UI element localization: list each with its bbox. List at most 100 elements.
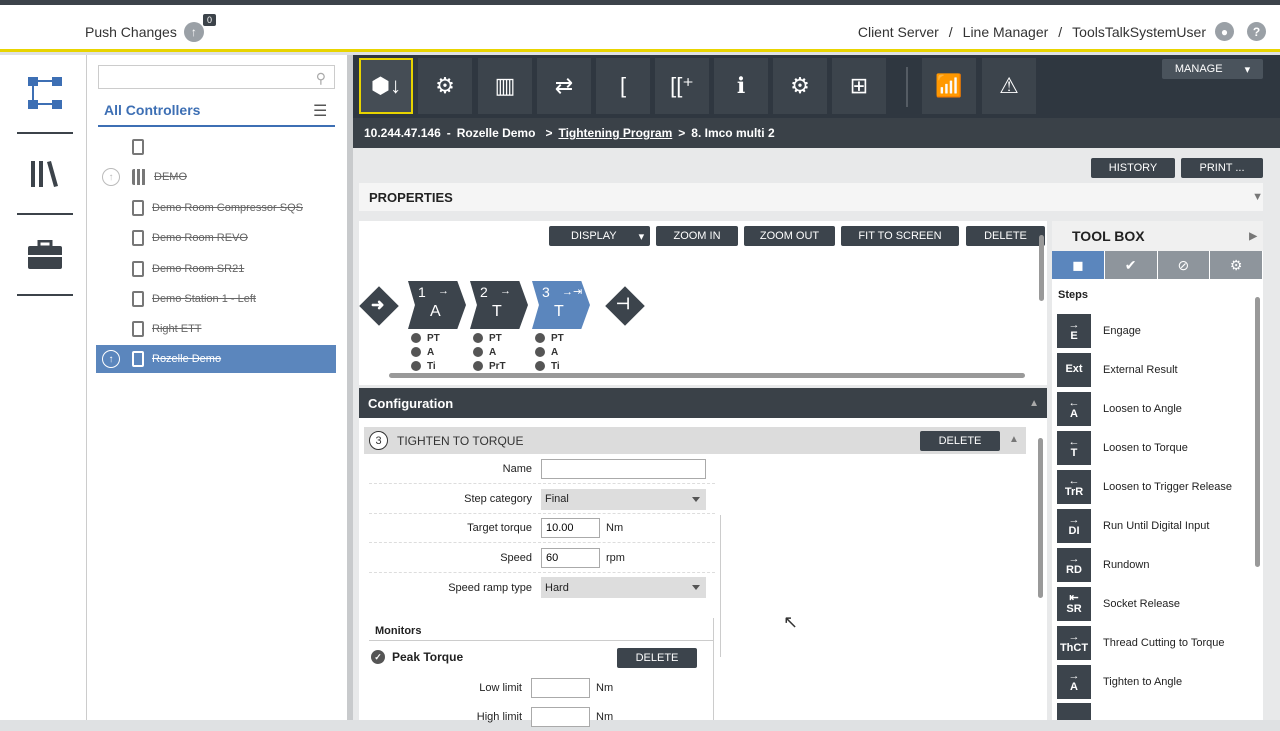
- config-vertical-scrollbar[interactable]: [1038, 438, 1043, 598]
- monitor-delete-button[interactable]: DELETE: [617, 648, 697, 668]
- tool-step-item[interactable]: → A Tighten to Angle: [1057, 664, 1247, 699]
- all-controllers-title[interactable]: All Controllers: [104, 102, 200, 118]
- tab-tool[interactable]: ⚙: [1210, 251, 1262, 279]
- config-button[interactable]: ⇄: [537, 58, 591, 114]
- tree-item[interactable]: Demo Room Compressor SQS: [96, 194, 336, 222]
- info-icon: ℹ: [736, 73, 746, 98]
- step-title: TIGHTEN TO TORQUE: [397, 433, 524, 448]
- zoom-out-button[interactable]: ZOOM OUT: [744, 226, 835, 246]
- level-up-icon[interactable]: ↑: [102, 350, 120, 368]
- tool-step-item[interactable]: → ThCT Thread Cutting to Torque: [1057, 625, 1247, 660]
- display-dropdown[interactable]: DISPLAY ▾: [549, 226, 650, 246]
- speed-row: Speedrpm: [369, 544, 715, 573]
- tree-search-box[interactable]: ⚲: [98, 65, 335, 89]
- toolbox-scrollbar[interactable]: [1255, 297, 1260, 567]
- high-limit-input[interactable]: [531, 706, 590, 727]
- step-delete-button[interactable]: DELETE: [920, 431, 1000, 451]
- collapse-icon[interactable]: ▼: [1252, 191, 1263, 203]
- tool-step-item[interactable]: → DI Run Until Digital Input: [1057, 508, 1247, 543]
- speed-ramp-select[interactable]: Hard: [541, 577, 706, 598]
- collapse-icon[interactable]: ▲: [1009, 434, 1019, 445]
- history-button[interactable]: HISTORY: [1091, 158, 1175, 178]
- push-changes-button[interactable]: Push Changes ↑ 0: [85, 14, 217, 42]
- events-button[interactable]: ⚠: [982, 58, 1036, 114]
- canvas-horizontal-scrollbar[interactable]: [389, 373, 1025, 378]
- expand-icon[interactable]: ▶: [1249, 231, 1257, 242]
- bracket-button[interactable]: [: [596, 58, 650, 114]
- user-icon[interactable]: ●: [1215, 22, 1234, 41]
- path-link-tightening-program[interactable]: Tightening Program: [558, 126, 672, 140]
- check-icon[interactable]: ✓: [371, 650, 385, 664]
- properties-section[interactable]: PROPERTIES ▼: [359, 183, 1263, 211]
- bracket-plus-button[interactable]: [[⁺: [655, 58, 709, 114]
- delete-button[interactable]: DELETE: [966, 226, 1045, 246]
- steps-label: Steps: [1058, 289, 1088, 301]
- zoom-in-button[interactable]: ZOOM IN: [656, 226, 738, 246]
- tool-step-item[interactable]: → E Engage: [1057, 313, 1247, 348]
- configuration-header[interactable]: Configuration ▲: [359, 388, 1047, 418]
- target-torque-input[interactable]: [541, 518, 600, 538]
- group-icon: [132, 169, 146, 185]
- tree-item[interactable]: Right ETT: [96, 315, 336, 343]
- fit-to-screen-button[interactable]: FIT TO SCREEN: [841, 226, 959, 246]
- hamburger-menu-icon[interactable]: ☰: [313, 101, 327, 121]
- crumb-client-server[interactable]: Client Server: [858, 24, 939, 40]
- tree-item[interactable]: Demo Room REVO: [96, 224, 336, 252]
- collapse-icon[interactable]: ▲: [1029, 398, 1039, 409]
- print-button[interactable]: PRINT ...: [1181, 158, 1263, 178]
- crumb-sep: /: [948, 24, 953, 40]
- level-up-icon[interactable]: ↑: [102, 168, 120, 186]
- tool-box-header[interactable]: TOOL BOX ▶: [1052, 221, 1263, 251]
- crumb-line-manager[interactable]: Line Manager: [963, 24, 1049, 40]
- step-node-3-selected[interactable]: 3 →⇥ T: [532, 281, 590, 329]
- controller-tree: ⚲ All Controllers ☰ ↑ DEMO Demo Room Comp…: [86, 55, 347, 720]
- tree-search-input[interactable]: [103, 67, 303, 87]
- name-row: Name: [369, 455, 715, 484]
- tool-button[interactable]: ⊞: [832, 58, 886, 114]
- tab-checks[interactable]: ✔: [1104, 251, 1157, 279]
- settings-button[interactable]: ⚙: [773, 58, 827, 114]
- step-icon: → E: [1057, 313, 1091, 348]
- tool-step-item[interactable]: ⇤ SR Socket Release: [1057, 586, 1247, 621]
- check-icon: [473, 347, 483, 358]
- tab-steps[interactable]: ◼: [1052, 251, 1104, 279]
- name-input[interactable]: [541, 459, 706, 479]
- tree-item[interactable]: Demo Station 1 - Left: [96, 285, 336, 313]
- results-button[interactable]: 📶: [922, 58, 976, 114]
- device-icon: [132, 200, 144, 216]
- tool-step-item-partial[interactable]: →: [1057, 703, 1247, 720]
- tightening-program-button[interactable]: ⬢↓: [359, 58, 413, 114]
- controllers-nav-icon[interactable]: [27, 75, 63, 111]
- step-node-2[interactable]: 2 → T: [470, 281, 528, 329]
- toolbox-nav-icon[interactable]: [27, 237, 63, 273]
- search-icon[interactable]: ⚲: [316, 70, 326, 87]
- tool-step-item[interactable]: ← TrR Loosen to Trigger Release: [1057, 469, 1247, 504]
- step-category-select[interactable]: Final: [541, 488, 706, 510]
- device-icon: [132, 261, 144, 277]
- step-node-1[interactable]: 1 → A: [408, 281, 466, 329]
- tool-step-item[interactable]: → RD Rundown: [1057, 547, 1247, 582]
- tree-item-demo[interactable]: ↑ DEMO: [96, 163, 336, 191]
- tool-step-item[interactable]: ← T Loosen to Torque: [1057, 430, 1247, 465]
- speed-input[interactable]: [541, 548, 600, 568]
- crumb-user[interactable]: ToolsTalkSystemUser: [1072, 24, 1206, 40]
- check-icon: [411, 333, 421, 344]
- info-button[interactable]: ℹ: [714, 58, 768, 114]
- batch-sequence-button[interactable]: ⚙: [418, 58, 472, 114]
- library-nav-icon[interactable]: [27, 156, 63, 192]
- tree-item[interactable]: Demo Room SR21: [96, 255, 336, 283]
- canvas-vertical-scrollbar[interactable]: [1039, 235, 1044, 301]
- gears-icon: ⚙: [435, 73, 455, 98]
- low-limit-input[interactable]: [531, 677, 590, 698]
- manage-dropdown[interactable]: MANAGE ▾: [1162, 59, 1263, 79]
- tag-icon: ◼: [1072, 256, 1084, 273]
- help-icon[interactable]: ?: [1247, 22, 1266, 41]
- barcode-button[interactable]: ▥: [478, 58, 532, 114]
- tool-step-item[interactable]: Ext External Result: [1057, 352, 1247, 387]
- tree-item[interactable]: [96, 133, 336, 161]
- bracket-plus-icon: [[⁺: [670, 73, 694, 98]
- tab-restrictions[interactable]: ⊘: [1157, 251, 1210, 279]
- config-icon: ⇄: [554, 73, 574, 98]
- tree-item-selected[interactable]: ↑ Rozelle Demo: [96, 345, 336, 373]
- tool-step-item[interactable]: ← A Loosen to Angle: [1057, 391, 1247, 426]
